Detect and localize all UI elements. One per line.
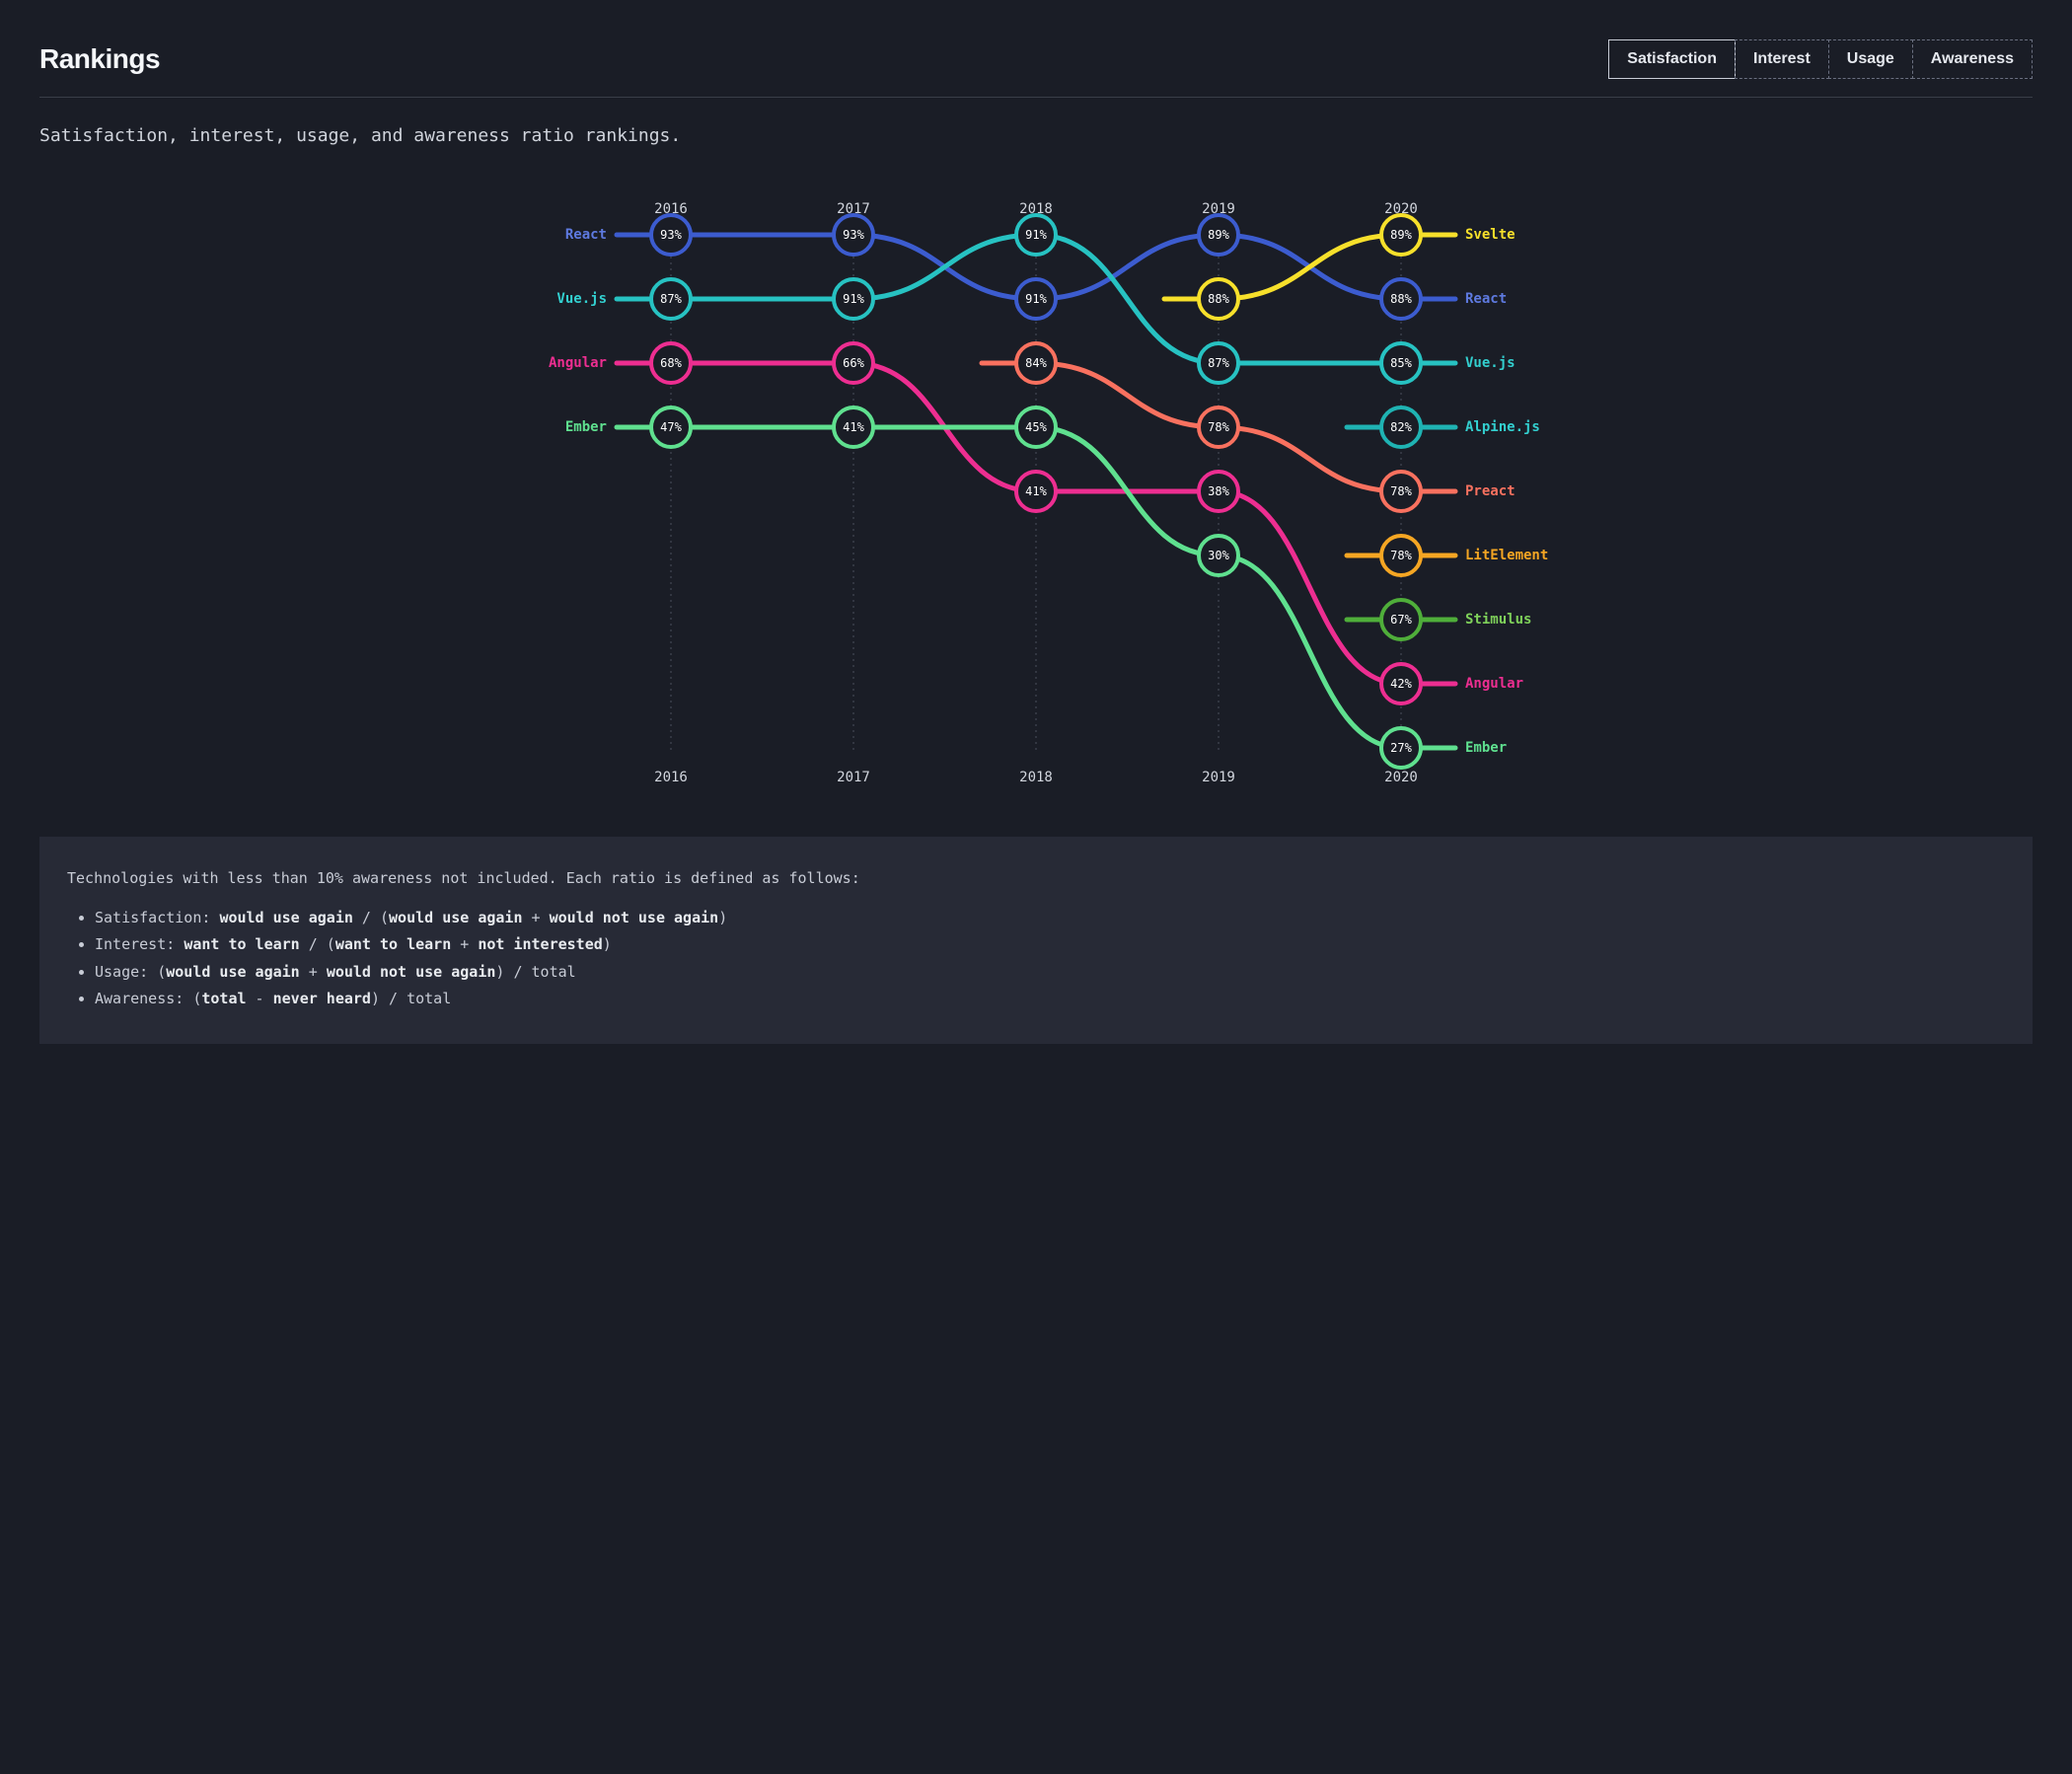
series-label-left[interactable]: Vue.js xyxy=(556,291,607,307)
rank-node-value: 93% xyxy=(843,228,864,242)
series-label-right[interactable]: React xyxy=(1465,291,1507,307)
rank-node-value: 87% xyxy=(1208,356,1229,370)
rank-node-value: 78% xyxy=(1208,420,1229,434)
rank-node-value: 87% xyxy=(660,292,682,306)
rank-node-value: 89% xyxy=(1390,228,1412,242)
rank-node-value: 91% xyxy=(1025,292,1047,306)
series-label-right[interactable]: Alpine.js xyxy=(1465,419,1540,435)
rank-node-value: 41% xyxy=(1025,484,1047,498)
year-label-bottom: 2020 xyxy=(1384,770,1418,785)
tab-awareness[interactable]: Awareness xyxy=(1912,39,2033,79)
tab-satisfaction[interactable]: Satisfaction xyxy=(1608,39,1736,79)
header: Rankings SatisfactionInterestUsageAwaren… xyxy=(39,39,2033,98)
rank-node-value: 41% xyxy=(843,420,864,434)
rank-node-value: 78% xyxy=(1390,484,1412,498)
rank-node-value: 42% xyxy=(1390,677,1412,691)
series-label-right[interactable]: Preact xyxy=(1465,483,1516,499)
note-intro: Technologies with less than 10% awarenes… xyxy=(67,866,2005,892)
rank-node-value: 27% xyxy=(1390,741,1412,755)
tab-interest[interactable]: Interest xyxy=(1735,39,1829,79)
definition-item: Usage: (would use again + would not use … xyxy=(95,960,2005,986)
definition-item: Satisfaction: would use again / (would u… xyxy=(95,906,2005,931)
rank-node-value: 88% xyxy=(1208,292,1229,306)
rank-node-value: 91% xyxy=(1025,228,1047,242)
series-label-left[interactable]: Angular xyxy=(549,355,607,371)
rank-node-value: 84% xyxy=(1025,356,1047,370)
tab-usage[interactable]: Usage xyxy=(1828,39,1913,79)
rank-node-value: 67% xyxy=(1390,613,1412,627)
rank-node-value: 68% xyxy=(660,356,682,370)
page-title: Rankings xyxy=(39,43,160,75)
series-label-right[interactable]: Angular xyxy=(1465,676,1523,692)
rank-node-value: 85% xyxy=(1390,356,1412,370)
series-label-right[interactable]: Vue.js xyxy=(1465,355,1516,371)
series-label-right[interactable]: Stimulus xyxy=(1465,612,1531,628)
rank-node-value: 88% xyxy=(1390,292,1412,306)
series-label-left[interactable]: Ember xyxy=(565,419,607,435)
rankings-chart: 2016201620172017201820182019201920202020… xyxy=(493,185,1579,797)
series-label-right[interactable]: Svelte xyxy=(1465,227,1516,243)
rank-node-value: 91% xyxy=(843,292,864,306)
series-label-right[interactable]: LitElement xyxy=(1465,548,1548,563)
rank-node-value: 82% xyxy=(1390,420,1412,434)
year-label-bottom: 2017 xyxy=(837,770,870,785)
note-definitions: Satisfaction: would use again / (would u… xyxy=(67,906,2005,1012)
rank-node-value: 93% xyxy=(660,228,682,242)
rank-node-value: 66% xyxy=(843,356,864,370)
subtitle: Satisfaction, interest, usage, and aware… xyxy=(39,125,2033,146)
definition-item: Interest: want to learn / (want to learn… xyxy=(95,932,2005,958)
rank-node-value: 89% xyxy=(1208,228,1229,242)
series-label-right[interactable]: Ember xyxy=(1465,740,1507,756)
rank-node-value: 45% xyxy=(1025,420,1047,434)
rank-node-value: 78% xyxy=(1390,549,1412,562)
year-label-bottom: 2018 xyxy=(1019,770,1053,785)
rank-node-value: 30% xyxy=(1208,549,1229,562)
rank-node-value: 38% xyxy=(1208,484,1229,498)
definition-item: Awareness: (total - never heard) / total xyxy=(95,987,2005,1012)
rank-node-value: 47% xyxy=(660,420,682,434)
year-label-bottom: 2019 xyxy=(1202,770,1235,785)
metric-tabs: SatisfactionInterestUsageAwareness xyxy=(1609,39,2033,79)
year-label-bottom: 2016 xyxy=(654,770,688,785)
series-label-left[interactable]: React xyxy=(565,227,607,243)
series-line-svelte xyxy=(1219,235,1401,299)
explanation-note: Technologies with less than 10% awarenes… xyxy=(39,837,2033,1044)
